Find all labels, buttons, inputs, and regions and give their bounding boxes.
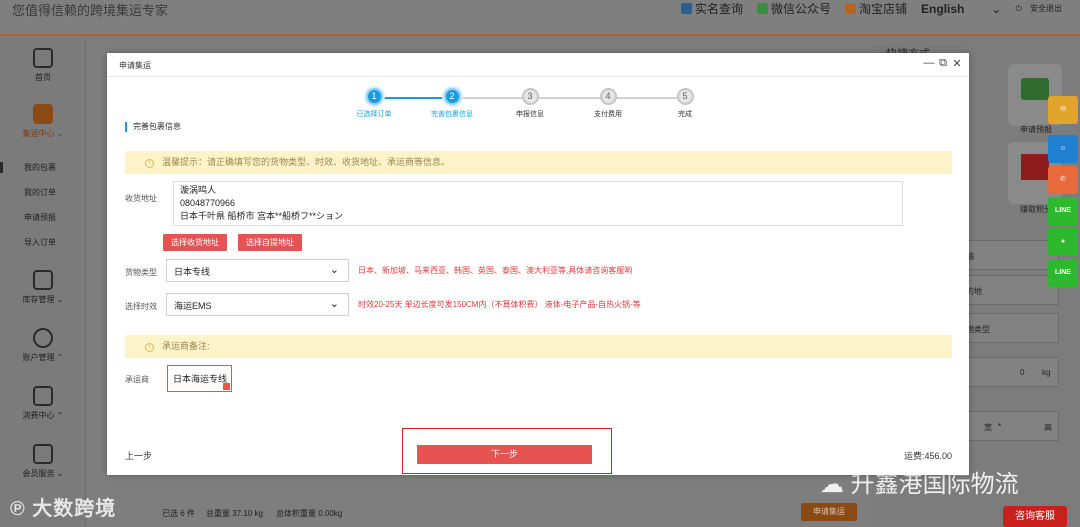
prev-step-link[interactable]: 上一步: [125, 449, 152, 462]
sidebar-item-prealert[interactable]: 申请预报: [0, 212, 86, 223]
address-label: 收货地址: [125, 194, 157, 203]
nav-account[interactable]: 账户管理 ⌃: [0, 328, 86, 363]
minimize-icon[interactable]: —: [923, 57, 935, 69]
carrier-option[interactable]: 日本海运专线: [167, 365, 232, 392]
nav-home[interactable]: 首页: [0, 48, 86, 83]
recipient-address: 日本千叶県 船桥市 宫本**船桥フ**ション: [180, 211, 344, 221]
info-icon: !: [145, 159, 154, 168]
taobao-link[interactable]: 淘宝店铺: [845, 0, 907, 17]
chevron-down-icon: ⌄: [991, 1, 1002, 16]
float-phone-icon[interactable]: ✆: [1048, 166, 1078, 194]
home-icon: [33, 48, 53, 68]
nav-member[interactable]: 会员服务 ⌄: [0, 444, 86, 479]
select-pickup-button[interactable]: 选择自提地址: [238, 234, 302, 251]
cargo-type-hint: 日本、新加坡、马来西亚、韩国、英国、泰国、澳大利亚等,具体请咨询客服哟: [358, 266, 633, 275]
float-line-icon-2[interactable]: LINE: [1048, 259, 1078, 287]
top-bar: 您值得信赖的跨境集运专家 实名查询 微信公众号 淘宝店铺 English ⌄ ⏻…: [0, 0, 1080, 36]
calc-field-1[interactable]: 输: [955, 240, 1059, 270]
language-select[interactable]: English ⌄: [921, 0, 1001, 17]
dialog-header: 申请集运 — ⧉ ✕: [107, 53, 969, 77]
next-step-button[interactable]: 下一步: [417, 445, 592, 464]
carrier-label: 承运商: [125, 375, 149, 384]
dialog-title: 申请集运: [119, 61, 151, 70]
member-icon: [33, 444, 53, 464]
wechat-link[interactable]: 微信公众号: [757, 0, 831, 17]
chevron-down-icon: ⌄: [329, 264, 339, 276]
select-address-button[interactable]: 选择收货地址: [163, 234, 227, 251]
float-line-icon[interactable]: LINE: [1048, 197, 1078, 225]
calc-field-destination[interactable]: 的地: [955, 275, 1059, 305]
card-icon: [33, 386, 53, 406]
taobao-icon: [845, 3, 857, 14]
step-1: 1 已选择订单: [334, 88, 414, 119]
power-icon: ⏻: [1015, 3, 1022, 13]
sidebar-item-my-orders[interactable]: 我的订单: [0, 187, 86, 198]
cargo-type-select[interactable]: 日本专线 ⌄: [166, 259, 349, 282]
box-icon: [33, 104, 53, 124]
gift-icon: [1021, 154, 1049, 180]
maximize-icon[interactable]: ⧉: [937, 57, 949, 70]
bottom-summary-bar: 已选 6 件 总重量 37.10 kg 总体积重量 0.00kg: [92, 500, 872, 527]
truck-icon: [1021, 78, 1049, 100]
shipping-fee: 运费:456.00: [903, 451, 952, 461]
address-display: 漩涡鸣人 08048770966 日本千叶県 船桥市 宫本**船桥フ**ション: [173, 181, 903, 226]
nav-warehouse[interactable]: 库存管理 ⌄: [0, 270, 86, 305]
close-icon[interactable]: ✕: [951, 57, 963, 70]
float-qq-icon[interactable]: ☺: [1048, 135, 1078, 163]
calc-field-size[interactable]: 宽 * 高: [955, 411, 1059, 441]
step-5: 5 完成: [645, 88, 725, 119]
info-icon: !: [145, 343, 154, 352]
total-volume-weight: 总体积重量 0.00kg: [276, 509, 343, 518]
chevron-down-icon: ⌄: [329, 298, 339, 310]
selected-check-icon: [223, 383, 230, 390]
nav-consume[interactable]: 消费中心 ⌃: [0, 386, 86, 421]
step-2: 2 完善包裹信息: [412, 88, 492, 119]
step-3: 3 申报信息: [490, 88, 570, 119]
section-title: 完善包裹信息: [125, 122, 181, 132]
progress-stepper: 1 已选择订单 2 完善包裹信息 3 申报信息 4 支付费用 5 完成: [355, 88, 705, 124]
shortcut-label-prealert: 申请预报: [1020, 125, 1052, 134]
carrier-notice: ! 承运商备注:: [125, 335, 952, 358]
apply-consolidation-dialog: 申请集运 — ⧉ ✕ 1 已选择订单 2 完善包裹信息 3 申报信息 4 支付费…: [107, 53, 969, 475]
top-links: 实名查询 微信公众号 淘宝店铺 English ⌄ ⏻ 安全退出: [680, 0, 1062, 17]
wechat-icon: [757, 3, 768, 14]
logout-link[interactable]: ⏻ 安全退出: [1015, 0, 1062, 17]
realname-link[interactable]: 实名查询: [680, 0, 743, 17]
timing-label: 选择时效: [125, 302, 157, 311]
tip-notice: ! 温馨提示：请正确填写您的货物类型、时效、收货地址、承运商等信息。: [125, 151, 952, 174]
qr-icon: [680, 3, 692, 14]
nav-consolidation[interactable]: 集运中心 ⌄: [0, 104, 86, 139]
watermark-left: ℗ 大数跨境: [10, 498, 117, 520]
left-sidebar: 首页 集运中心 ⌄ 我的包裹 我的订单 申请预报 导入订单 库存管理 ⌄ 账户管…: [0, 38, 86, 527]
recipient-phone: 08048770966: [180, 198, 236, 208]
timing-select[interactable]: 海运EMS ⌄: [166, 293, 349, 316]
timing-hint: 时效20-25天 单边长度可发150CM内（不算体积费） 液体-电子产品-自热火…: [358, 300, 641, 309]
apply-consolidation-button[interactable]: 申请集运: [801, 503, 857, 521]
float-chat-icon[interactable]: ✉: [1048, 96, 1078, 124]
sidebar-item-import[interactable]: 导入订单: [0, 237, 86, 248]
selected-count: 已选 6 件: [162, 509, 195, 518]
user-icon: [33, 328, 53, 348]
total-weight: 总重量 37.10 kg: [206, 509, 263, 518]
sidebar-item-my-packages[interactable]: 我的包裹: [0, 162, 86, 173]
cargo-type-label: 货物类型: [125, 268, 157, 277]
site-slogan: 您值得信赖的跨境集运专家: [12, 3, 169, 18]
step-4: 4 支付费用: [568, 88, 648, 119]
calc-field-cargo[interactable]: 物类型: [955, 313, 1059, 343]
customer-service-button[interactable]: 咨询客服: [1003, 506, 1067, 527]
calc-field-weight[interactable]: 0 kg: [955, 357, 1059, 387]
archive-icon: [33, 270, 53, 290]
recipient-name: 漩涡鸣人: [180, 185, 217, 195]
float-wechat-icon[interactable]: ●: [1048, 228, 1078, 256]
